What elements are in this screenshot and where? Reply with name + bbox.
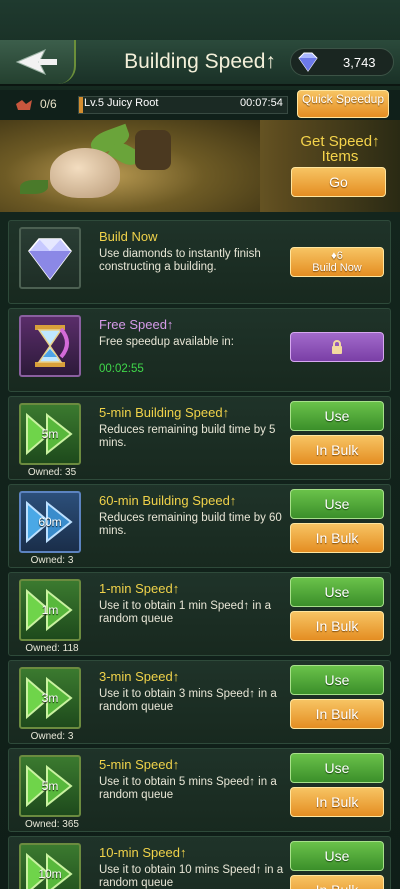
item-desc: Use it to obtain 1 min Speed↑ in a rando…: [99, 600, 271, 625]
item-owned: Owned: 118: [25, 643, 79, 654]
item-icon-label: 3m: [41, 691, 59, 705]
banner-title: Get Speed↑ Items: [300, 133, 380, 165]
hourglass-icon: [19, 315, 81, 377]
queue-count: 0/6: [40, 97, 57, 111]
build-now-title: Build Now: [99, 229, 158, 244]
diamond-count: 3,743: [343, 54, 376, 70]
item-title: 3-min Speed↑: [99, 669, 180, 684]
diamond-icon: [298, 52, 318, 72]
item-owned: Owned: 365: [25, 819, 79, 830]
builder-icon: [16, 100, 32, 110]
item-icon-label: 60m: [38, 515, 62, 529]
lock-icon: [332, 340, 342, 354]
use-button[interactable]: Use: [290, 841, 384, 871]
use-button[interactable]: Use: [290, 489, 384, 519]
item-card: 5m Owned: 365 5-min Speed↑ Use it to obt…: [8, 748, 391, 832]
item-desc: Use it to obtain 3 mins Speed↑ in a rand…: [99, 688, 277, 713]
back-arrow-icon: [15, 49, 57, 75]
item-icon-label: 5m: [41, 779, 59, 793]
diamond-item-icon: [19, 227, 81, 289]
shell-image: [50, 148, 120, 198]
use-button[interactable]: Use: [290, 577, 384, 607]
speedup-arrows-icon: 3m: [19, 667, 81, 729]
item-owned: Owned: 35: [27, 467, 77, 478]
speedup-arrows-icon: 10m: [19, 843, 81, 889]
tree-stump-image: [135, 130, 171, 170]
use-button[interactable]: Use: [290, 665, 384, 695]
in-bulk-button[interactable]: In Bulk: [290, 611, 384, 641]
item-card: 10m 10-min Speed↑ Use it to obtain 10 mi…: [8, 836, 391, 889]
item-title: 1-min Speed↑: [99, 581, 180, 596]
item-owned: Owned: 3: [30, 555, 74, 566]
item-desc: Reduces remaining build time by 60 mins.: [99, 512, 282, 537]
speedup-arrows-icon: 60m: [19, 491, 81, 553]
speedup-arrows-icon: 1m: [19, 579, 81, 641]
queue-building-name: Lv.5 Juicy Root: [84, 97, 159, 109]
diamond-balance: 3,743: [290, 48, 394, 76]
use-button[interactable]: Use: [290, 401, 384, 431]
page-title: Building Speed↑: [124, 50, 276, 73]
item-title: 5-min Building Speed↑: [99, 405, 230, 420]
item-icon-label: 5m: [41, 427, 59, 441]
free-speed-title: Free Speed↑: [99, 317, 174, 332]
build-now-button-label: Build Now: [312, 262, 362, 274]
item-title: 5-min Speed↑: [99, 757, 180, 772]
item-desc: Reduces remaining build time by 5 mins.: [99, 424, 276, 449]
speedup-arrows-icon: 5m: [19, 403, 81, 465]
item-owned: Owned: 3: [30, 731, 74, 742]
queue-progress-fill: [79, 97, 84, 113]
in-bulk-button[interactable]: In Bulk: [290, 699, 384, 729]
use-button[interactable]: Use: [290, 753, 384, 783]
in-bulk-button[interactable]: In Bulk: [290, 875, 384, 889]
build-now-button[interactable]: ♦6 Build Now: [290, 247, 384, 277]
item-icon-label: 1m: [41, 603, 59, 617]
free-speed-timer: 00:02:55: [99, 363, 144, 375]
item-desc: Use it to obtain 5 mins Speed↑ in a rand…: [99, 776, 277, 801]
quick-speedup-button[interactable]: Quick Speedup: [297, 90, 389, 118]
free-speed-desc: Free speedup available in:: [99, 336, 234, 348]
free-speed-button[interactable]: [290, 332, 384, 362]
go-button[interactable]: Go: [291, 167, 386, 197]
build-now-cost: ♦6: [331, 250, 343, 262]
in-bulk-button[interactable]: In Bulk: [290, 787, 384, 817]
item-card: 3m Owned: 3 3-min Speed↑ Use it to obtai…: [8, 660, 391, 744]
in-bulk-button[interactable]: In Bulk: [290, 523, 384, 553]
item-card: 60m Owned: 3 60-min Building Speed↑ Redu…: [8, 484, 391, 568]
item-card: 5m Owned: 35 5-min Building Speed↑ Reduc…: [8, 396, 391, 480]
speedup-arrows-icon: 5m: [19, 755, 81, 817]
in-bulk-button[interactable]: In Bulk: [290, 435, 384, 465]
item-title: 60-min Building Speed↑: [99, 493, 237, 508]
item-title: 10-min Speed↑: [99, 845, 187, 860]
free-speed-card: Free Speed↑ Free speedup available in: 0…: [8, 308, 391, 392]
item-icon-label: 10m: [38, 867, 62, 881]
build-now-desc: Use diamonds to instantly finish constru…: [99, 248, 261, 273]
item-card: 1m Owned: 118 1-min Speed↑ Use it to obt…: [8, 572, 391, 656]
queue-time-left: 00:07:54: [240, 97, 283, 109]
item-desc: Use it to obtain 10 mins Speed↑ in a ran…: [99, 864, 284, 889]
back-button[interactable]: [0, 40, 76, 84]
build-now-card: Build Now Use diamonds to instantly fini…: [8, 220, 391, 304]
